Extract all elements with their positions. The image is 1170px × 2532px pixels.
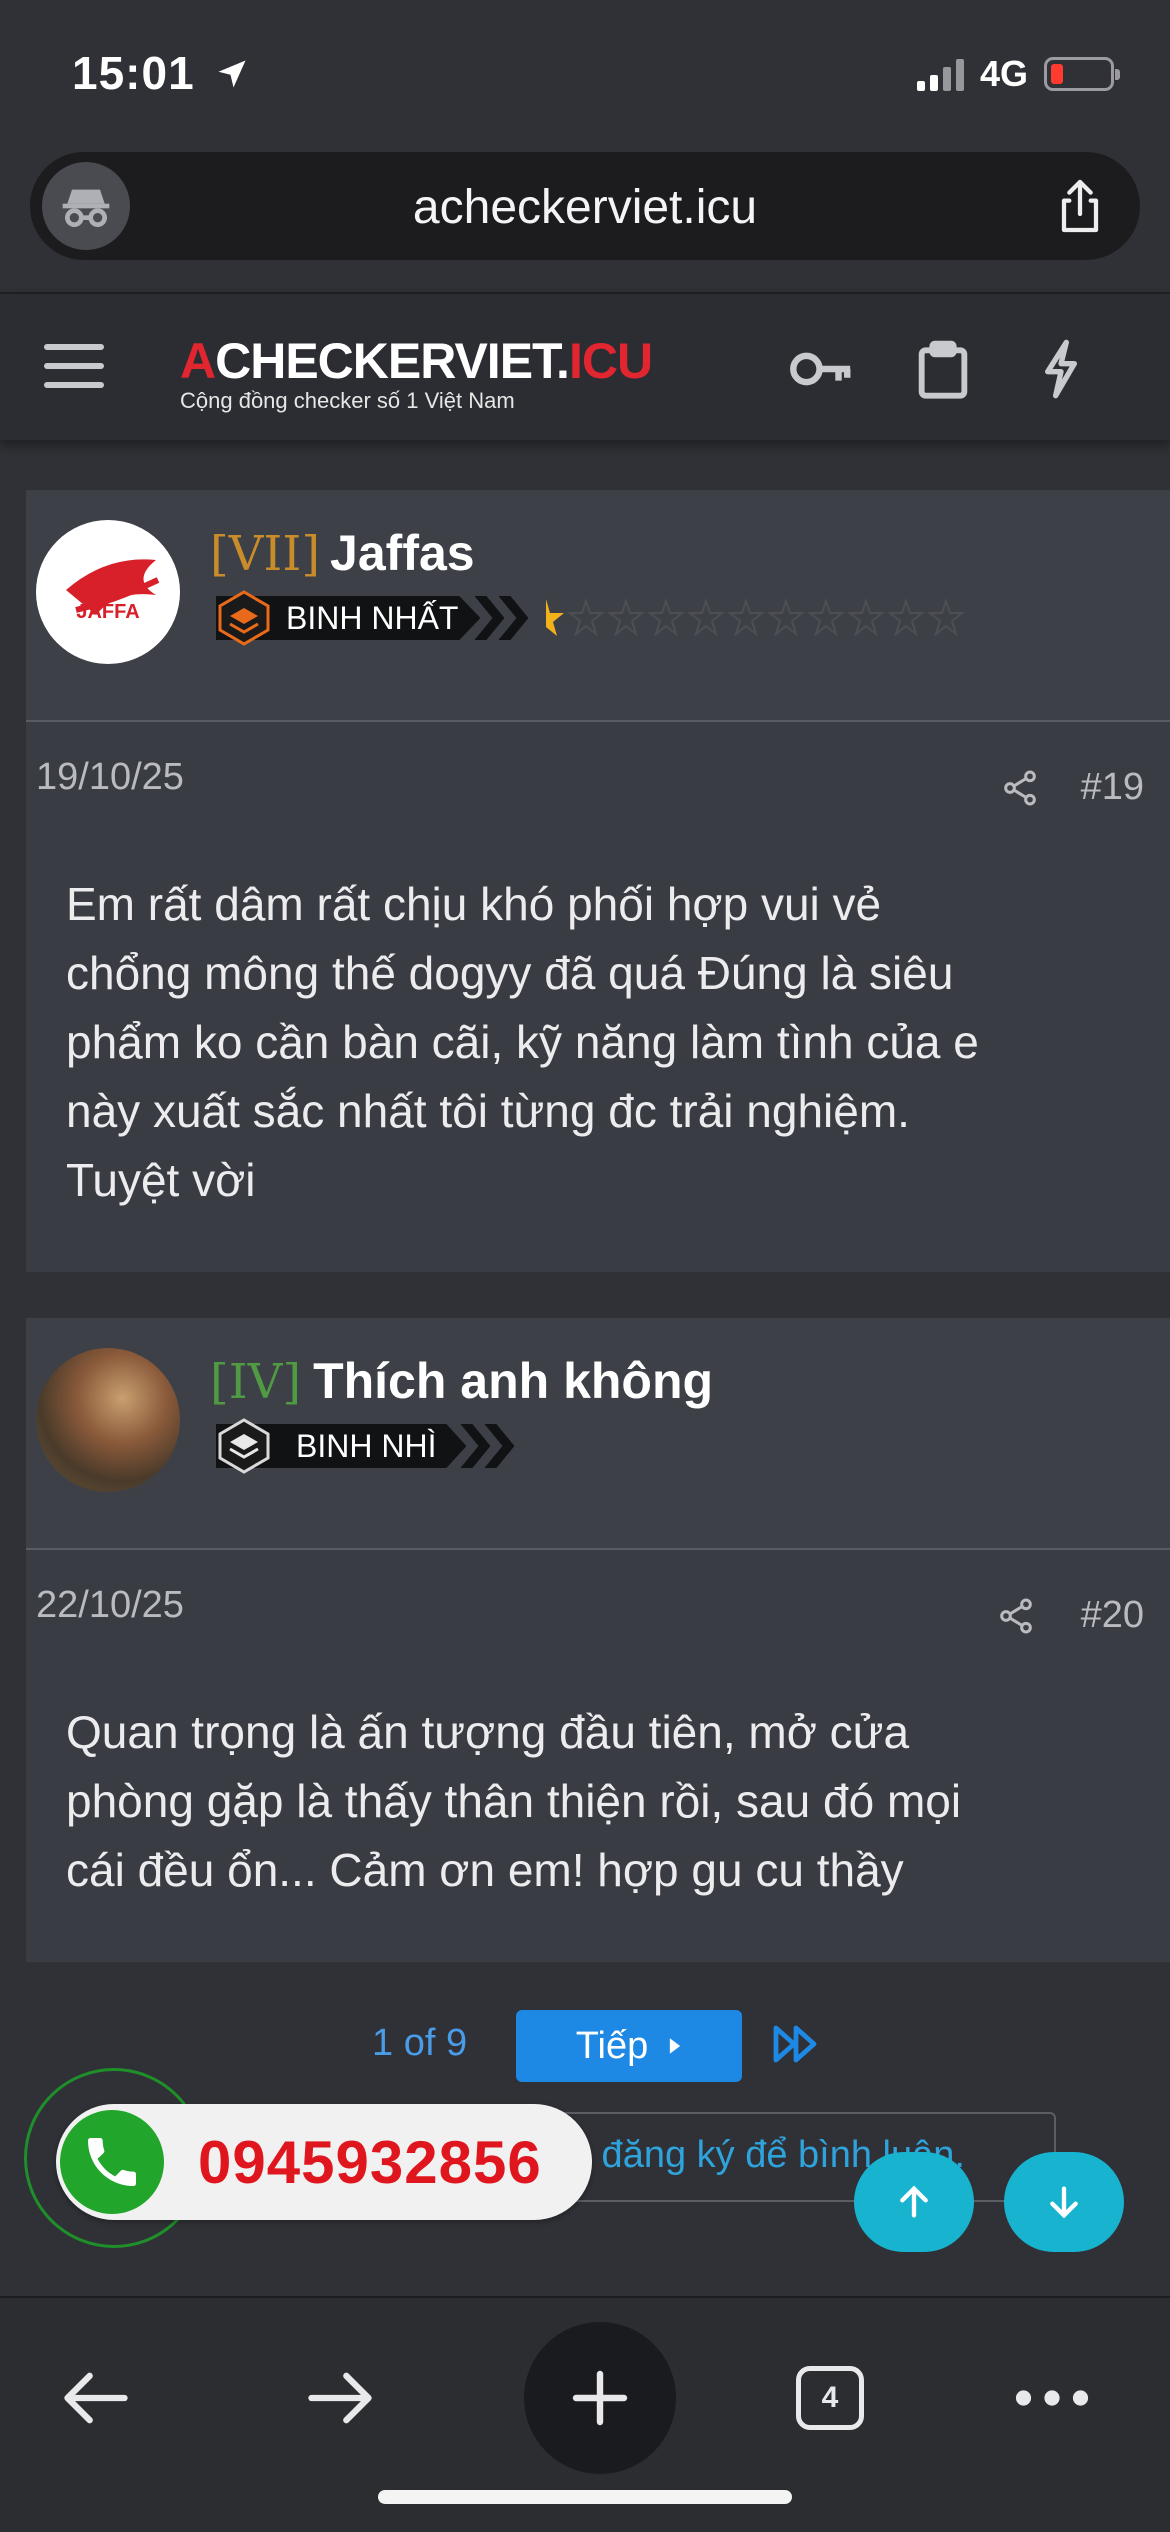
avatar[interactable]: JAFFA xyxy=(36,520,180,664)
next-page-button[interactable]: Tiếp xyxy=(516,2010,742,2082)
status-bar: 15:01 4G xyxy=(0,0,1170,150)
bolt-icon[interactable] xyxy=(1026,334,1096,404)
more-icon xyxy=(1015,2390,1089,2406)
svg-text:JAFFA: JAFFA xyxy=(76,601,139,623)
key-icon[interactable] xyxy=(786,334,856,404)
post-number[interactable]: #20 xyxy=(1081,1594,1144,1637)
address-bar[interactable]: acheckerviet.icu xyxy=(30,152,1140,260)
plus-icon xyxy=(572,2370,628,2426)
hotline-number[interactable]: 0945932856 xyxy=(198,2128,542,2197)
clipboard-icon[interactable] xyxy=(908,334,978,404)
forward-button[interactable] xyxy=(280,2338,400,2458)
network-type: 4G xyxy=(979,53,1028,94)
tabs-icon: 4 xyxy=(796,2366,864,2430)
forward-icon xyxy=(308,2372,372,2424)
username[interactable]: Jaffas xyxy=(330,524,475,582)
user-rank: [IV] xyxy=(210,1354,302,1410)
scroll-down-button[interactable] xyxy=(1004,2152,1124,2252)
post-card: [IV] Thích anh không BINH NHÌ 22/10/25 #… xyxy=(26,1318,1170,1962)
share-icon xyxy=(1061,179,1099,233)
post-card: JAFFA [VII] Jaffas BINH NHẤT 19/10/25 #1… xyxy=(26,490,1170,1272)
page-info: 1 of 9 xyxy=(372,2022,468,2064)
star-rating-icon xyxy=(546,597,966,637)
post-number[interactable]: #19 xyxy=(1081,766,1144,809)
arrow-up-icon xyxy=(900,2185,928,2218)
post-date[interactable]: 19/10/25 xyxy=(36,756,184,799)
status-time: 15:01 xyxy=(72,46,250,100)
back-button[interactable] xyxy=(36,2338,156,2458)
share-button[interactable] xyxy=(1048,174,1112,238)
logo-text: ACHECKERVIET.ICU xyxy=(180,333,653,389)
user-badge: BINH NHÌ xyxy=(216,1418,515,1474)
username[interactable]: Thích anh không xyxy=(313,1352,713,1410)
scroll-up-button[interactable] xyxy=(854,2152,974,2252)
badge-emblem-icon xyxy=(218,590,270,646)
user-badge: BINH NHẤT xyxy=(216,590,984,646)
last-page-icon[interactable] xyxy=(772,2022,820,2066)
tabs-button[interactable]: 4 xyxy=(770,2338,890,2458)
site-tagline: Cộng đồng checker số 1 Việt Nam xyxy=(180,388,515,413)
post-body: Quan trọng là ấn tượng đầu tiên, mở cửa … xyxy=(66,1706,962,1896)
more-button[interactable] xyxy=(992,2338,1112,2458)
next-page-label: Tiếp xyxy=(575,2024,649,2067)
post-date[interactable]: 22/10/25 xyxy=(36,1584,184,1627)
site-header: ACHECKERVIET.ICU Cộng đồng checker số 1 … xyxy=(0,292,1170,440)
url-text[interactable]: acheckerviet.icu xyxy=(30,180,1140,235)
back-icon xyxy=(64,2372,128,2424)
share-icon[interactable] xyxy=(1000,768,1040,808)
navigation-arrow-icon xyxy=(218,60,246,88)
caret-right-icon xyxy=(670,2038,681,2054)
status-indicators: 4G xyxy=(916,52,1120,96)
signal-icon xyxy=(916,57,964,91)
author-line: [VII] Jaffas xyxy=(210,524,475,582)
avatar[interactable] xyxy=(36,1348,180,1492)
new-tab-button[interactable] xyxy=(524,2322,676,2474)
post-body: Em rất dâm rất chịu khó phối hợp vui vẻ … xyxy=(66,878,979,1206)
battery-icon xyxy=(1044,57,1120,91)
post-author-bar: [IV] Thích anh không BINH NHÌ xyxy=(26,1318,1170,1550)
phone-icon[interactable] xyxy=(60,2110,164,2214)
arrow-down-icon xyxy=(1050,2186,1078,2219)
site-logo[interactable]: ACHECKERVIET.ICU Cộng đồng checker số 1 … xyxy=(180,333,653,414)
menu-icon[interactable] xyxy=(44,344,104,388)
author-line: [IV] Thích anh không xyxy=(210,1352,713,1410)
home-indicator xyxy=(378,2490,792,2504)
user-rank: [VII] xyxy=(210,526,321,582)
share-icon[interactable] xyxy=(996,1596,1036,1636)
badge-emblem-icon xyxy=(218,1418,270,1474)
post-author-bar: JAFFA [VII] Jaffas BINH NHẤT xyxy=(26,490,1170,722)
